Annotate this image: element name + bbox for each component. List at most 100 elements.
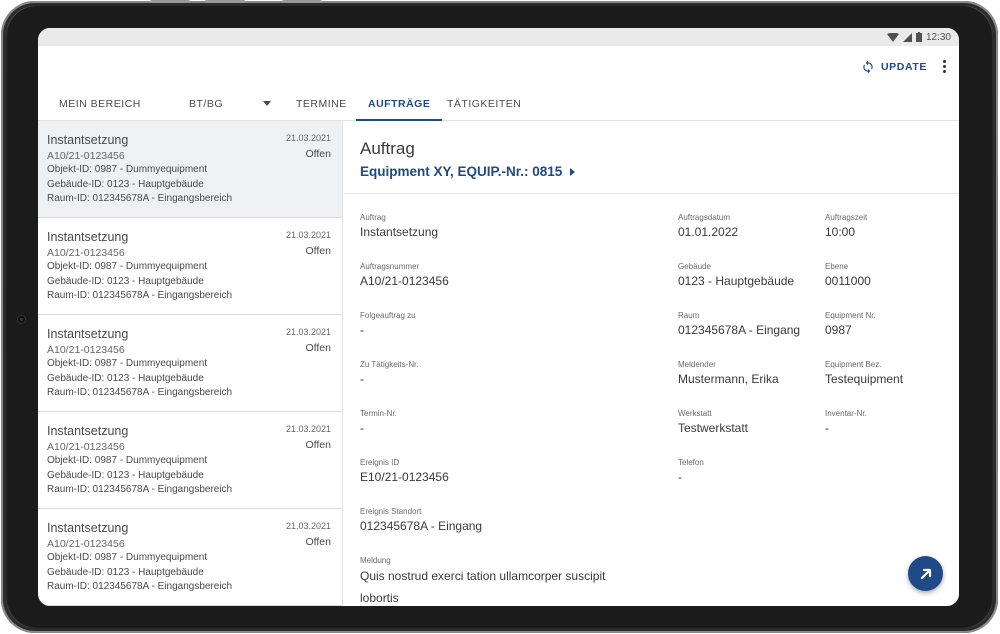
front-camera [18, 316, 25, 323]
field-value: 0011000 [825, 274, 871, 288]
field-meldender: Meldender Mustermann, Erika [678, 360, 779, 386]
field-auftragszeit: Auftragszeit 10:00 [825, 213, 867, 239]
wifi-icon [886, 32, 899, 42]
field-value: - [360, 372, 364, 386]
field-value: 10:00 [825, 225, 856, 239]
field-equipment-bez: Equipment Bez. Testequipment [825, 360, 903, 386]
gebaeude-id: Gebäude-ID: 0123 - Hauptgebäude [47, 566, 204, 578]
order-status: Offen [305, 245, 332, 257]
raum-id: Raum-ID: 012345678A - Eingangsbereich [47, 193, 233, 204]
field-value: - [360, 323, 364, 337]
dropdown-value: BT/BG [189, 97, 224, 110]
objekt-id: Objekt-ID: 0987 - Dummyequipment [47, 455, 208, 466]
tab-label: AUFTRÄGE [368, 97, 431, 110]
order-number: A10/21-0123456 [47, 150, 125, 162]
field-label: Auftrag [360, 213, 386, 222]
objekt-id: Objekt-ID: 0987 - Dummyequipment [47, 261, 208, 272]
order-number: A10/21-0123456 [47, 344, 125, 356]
tab-label: TERMINE [296, 97, 347, 110]
field-ereignis-id: Ereignis ID E10/21-0123456 [360, 458, 449, 484]
gebaeude-id: Gebäude-ID: 0123 - Hauptgebäude [47, 178, 204, 190]
battery-icon [915, 32, 922, 42]
field-ereignis-standort: Ereignis Standort 012345678A - Eingang [360, 507, 482, 533]
field-termin-nr: Termin-Nr. - [360, 409, 397, 435]
status-bar: 12:30 [38, 28, 959, 46]
field-value: Instantsetzung [360, 225, 439, 239]
sync-icon [863, 60, 873, 73]
hardware-button [205, 0, 245, 3]
list-item[interactable]: Instantsetzung A10/21-0123456 Objekt-ID:… [38, 509, 342, 606]
field-ebene: Ebene 0011000 [825, 262, 871, 288]
play-arrow-icon [570, 167, 576, 176]
tab-bar: MEIN BEREICH BT/BG TERMINE AUFTRÄGE TÄTI… [38, 87, 959, 121]
raum-id: Raum-ID: 012345678A - Eingangsbereich [47, 581, 233, 592]
field-auftragsdatum: Auftragsdatum 01.01.2022 [678, 213, 738, 239]
bt-bg-dropdown[interactable]: BT/BG [189, 87, 271, 120]
objekt-id: Objekt-ID: 0987 - Dummyequipment [47, 552, 208, 563]
field-telefon: Telefon - [678, 458, 704, 484]
field-label: Meldender [678, 360, 716, 369]
field-label: Inventar-Nr. [825, 409, 867, 418]
field-werkstatt: Werkstatt Testwerkstatt [678, 409, 748, 435]
field-value: Testequipment [825, 372, 904, 386]
signal-icon [902, 32, 912, 42]
field-inventar-nr: Inventar-Nr. - [825, 409, 867, 435]
field-value: Testwerkstatt [678, 421, 749, 435]
field-value: E10/21-0123456 [360, 470, 449, 484]
tab-taetigkeiten[interactable]: TÄTIGKEITEN [447, 87, 521, 120]
field-label: Werkstatt [678, 409, 712, 418]
app-bar: UPDATE [38, 46, 959, 87]
field-auftragsnummer: Auftragsnummer A10/21-0123456 [360, 262, 449, 288]
field-value: 0123 - Hauptgebäude [678, 274, 795, 288]
tab-termine[interactable]: TERMINE [296, 87, 347, 120]
hardware-button [150, 0, 190, 3]
field-label: Termin-Nr. [360, 409, 397, 418]
field-meldung: Meldung Quis nostrud exerci tation ullam… [360, 556, 630, 606]
order-number: A10/21-0123456 [47, 538, 125, 550]
list-item[interactable]: Instantsetzung A10/21-0123456 Objekt-ID:… [38, 121, 342, 218]
field-auftrag: Auftrag Instantsetzung [360, 213, 438, 239]
field-label: Equipment Nr. [825, 311, 876, 320]
field-label: Raum [678, 311, 700, 320]
field-value: - [360, 421, 364, 435]
list-item[interactable]: Instantsetzung A10/21-0123456 Objekt-ID:… [38, 218, 342, 315]
equipment-link[interactable]: Equipment XY, EQUIP.-Nr.: 0815 [360, 164, 959, 179]
order-status: Offen [305, 439, 332, 451]
order-number: A10/21-0123456 [47, 247, 125, 259]
field-label: Ebene [825, 262, 849, 271]
field-folgeauftrag: Folgeauftrag zu - [360, 311, 416, 337]
list-item[interactable]: Instantsetzung A10/21-0123456 Objekt-ID:… [38, 315, 342, 412]
update-label: UPDATE [881, 60, 927, 73]
action-fab[interactable] [908, 556, 943, 591]
field-equipment-nr: Equipment Nr. 0987 [825, 311, 876, 337]
objekt-id: Objekt-ID: 0987 - Dummyequipment [47, 164, 208, 175]
order-date: 21.03.2021 [285, 327, 331, 337]
field-value: 01.01.2022 [678, 225, 739, 239]
arrow-up-right-icon [920, 568, 931, 579]
field-label: Ereignis Standort [360, 507, 422, 516]
detail-header: Auftrag Equipment XY, EQUIP.-Nr.: 0815 [344, 121, 959, 194]
gebaeude-id: Gebäude-ID: 0123 - Hauptgebäude [47, 275, 204, 287]
field-gebaeude: Gebäude 0123 - Hauptgebäude [678, 262, 794, 288]
order-date: 21.03.2021 [285, 424, 331, 434]
screen: 12:30 UPDATE MEIN BEREICH BT/BG TERMINE … [38, 28, 959, 606]
order-date: 21.03.2021 [285, 521, 331, 531]
more-vert-icon[interactable] [939, 60, 949, 73]
field-label: Auftragsnummer [360, 262, 420, 271]
field-value: 012345678A - Eingang [678, 323, 801, 337]
detail-title: Auftrag [360, 139, 415, 158]
field-value: - [825, 421, 829, 435]
gebaeude-id: Gebäude-ID: 0123 - Hauptgebäude [47, 372, 204, 384]
order-number: A10/21-0123456 [47, 441, 125, 453]
field-value: - [678, 470, 682, 484]
field-value: A10/21-0123456 [360, 274, 449, 288]
tab-auftraege[interactable]: AUFTRÄGE [355, 87, 443, 121]
equipment-link-label: Equipment XY, EQUIP.-Nr.: 0815 [360, 164, 563, 179]
raum-id: Raum-ID: 012345678A - Eingangsbereich [47, 484, 233, 495]
update-button[interactable]: UPDATE [861, 60, 927, 74]
field-label: Zu Tätigkeits-Nr. [360, 360, 419, 369]
field-value: 0987 [825, 323, 852, 337]
list-item[interactable]: Instantsetzung A10/21-0123456 Objekt-ID:… [38, 412, 342, 509]
field-value: 012345678A - Eingang [360, 519, 483, 533]
tab-mein-bereich[interactable]: MEIN BEREICH [59, 87, 141, 120]
